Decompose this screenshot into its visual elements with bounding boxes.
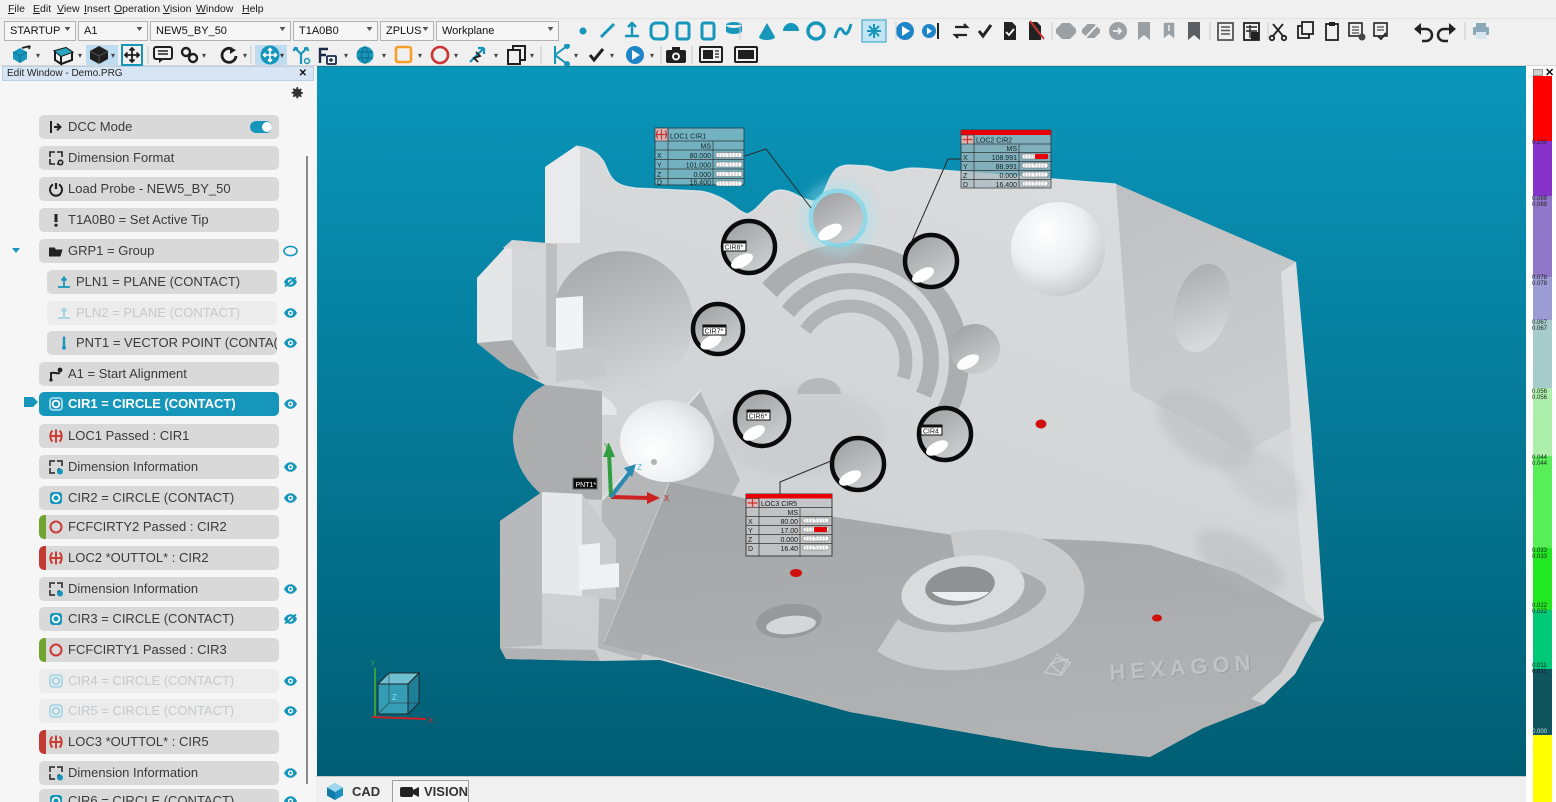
svg-text:X: X [748,519,753,526]
svg-text:Y: Y [963,164,968,171]
svg-text:▾: ▾ [418,51,422,60]
svg-text:CIR4: CIR4 [923,429,939,436]
svg-text:Y: Y [604,442,610,451]
svg-text:Z: Z [748,537,753,544]
svg-text:Z: Z [392,693,397,702]
svg-text:▾: ▾ [78,51,82,60]
svg-text:101.000: 101.000 [686,163,711,170]
svg-text:D: D [657,180,662,187]
svg-text:PNT1*: PNT1* [576,482,597,489]
svg-text:LOC1 CIR1: LOC1 CIR1 [670,134,706,141]
svg-text:16.40: 16.40 [780,546,798,553]
svg-text:16.400: 16.400 [690,180,712,187]
svg-text:▾: ▾ [454,51,458,60]
svg-text:0.000: 0.000 [693,172,711,179]
svg-text:▾: ▾ [111,51,115,60]
svg-text:X: X [664,494,670,503]
svg-text:Y: Y [748,528,753,535]
svg-text:▾: ▾ [610,51,614,60]
svg-text:88.991: 88.991 [996,164,1018,171]
svg-text:Z: Z [637,463,642,472]
svg-text:0.000: 0.000 [780,537,798,544]
svg-text:D: D [963,182,968,189]
svg-text:▾: ▾ [344,51,348,60]
svg-text:CIR8*: CIR8* [725,245,744,252]
svg-text:CIR7*: CIR7* [705,329,724,336]
svg-text:Y: Y [657,163,662,170]
svg-text:80.00: 80.00 [780,519,798,526]
svg-text:0.000: 0.000 [999,173,1017,180]
svg-text:Z: Z [657,172,662,179]
svg-text:▾: ▾ [280,51,284,60]
svg-text:X: X [428,716,434,725]
svg-text:80.000: 80.000 [690,153,712,160]
svg-text:▾: ▾ [202,51,206,60]
svg-text:X: X [657,153,662,160]
svg-text:Z: Z [963,173,968,180]
svg-text:MS: MS [701,144,712,151]
svg-text:16.400: 16.400 [996,182,1018,189]
svg-text:▾: ▾ [382,51,386,60]
svg-text:108.991: 108.991 [992,155,1017,162]
svg-text:▾: ▾ [650,51,654,60]
svg-text:▾: ▾ [574,51,578,60]
svg-text:X: X [963,155,968,162]
svg-text:LOC2 CIR2: LOC2 CIR2 [976,138,1012,145]
svg-text:CIR6*: CIR6* [749,414,768,421]
svg-text:LOC3 CIR5: LOC3 CIR5 [761,501,797,508]
svg-text:MS: MS [1007,146,1018,153]
svg-text:▾: ▾ [494,51,498,60]
svg-text:Y: Y [370,659,376,668]
svg-text:MS: MS [788,510,799,517]
svg-text:▾: ▾ [243,51,247,60]
svg-text:17.00: 17.00 [780,528,798,535]
svg-text:▾: ▾ [36,51,40,60]
svg-text:D: D [748,546,753,553]
svg-text:▾: ▾ [530,51,534,60]
